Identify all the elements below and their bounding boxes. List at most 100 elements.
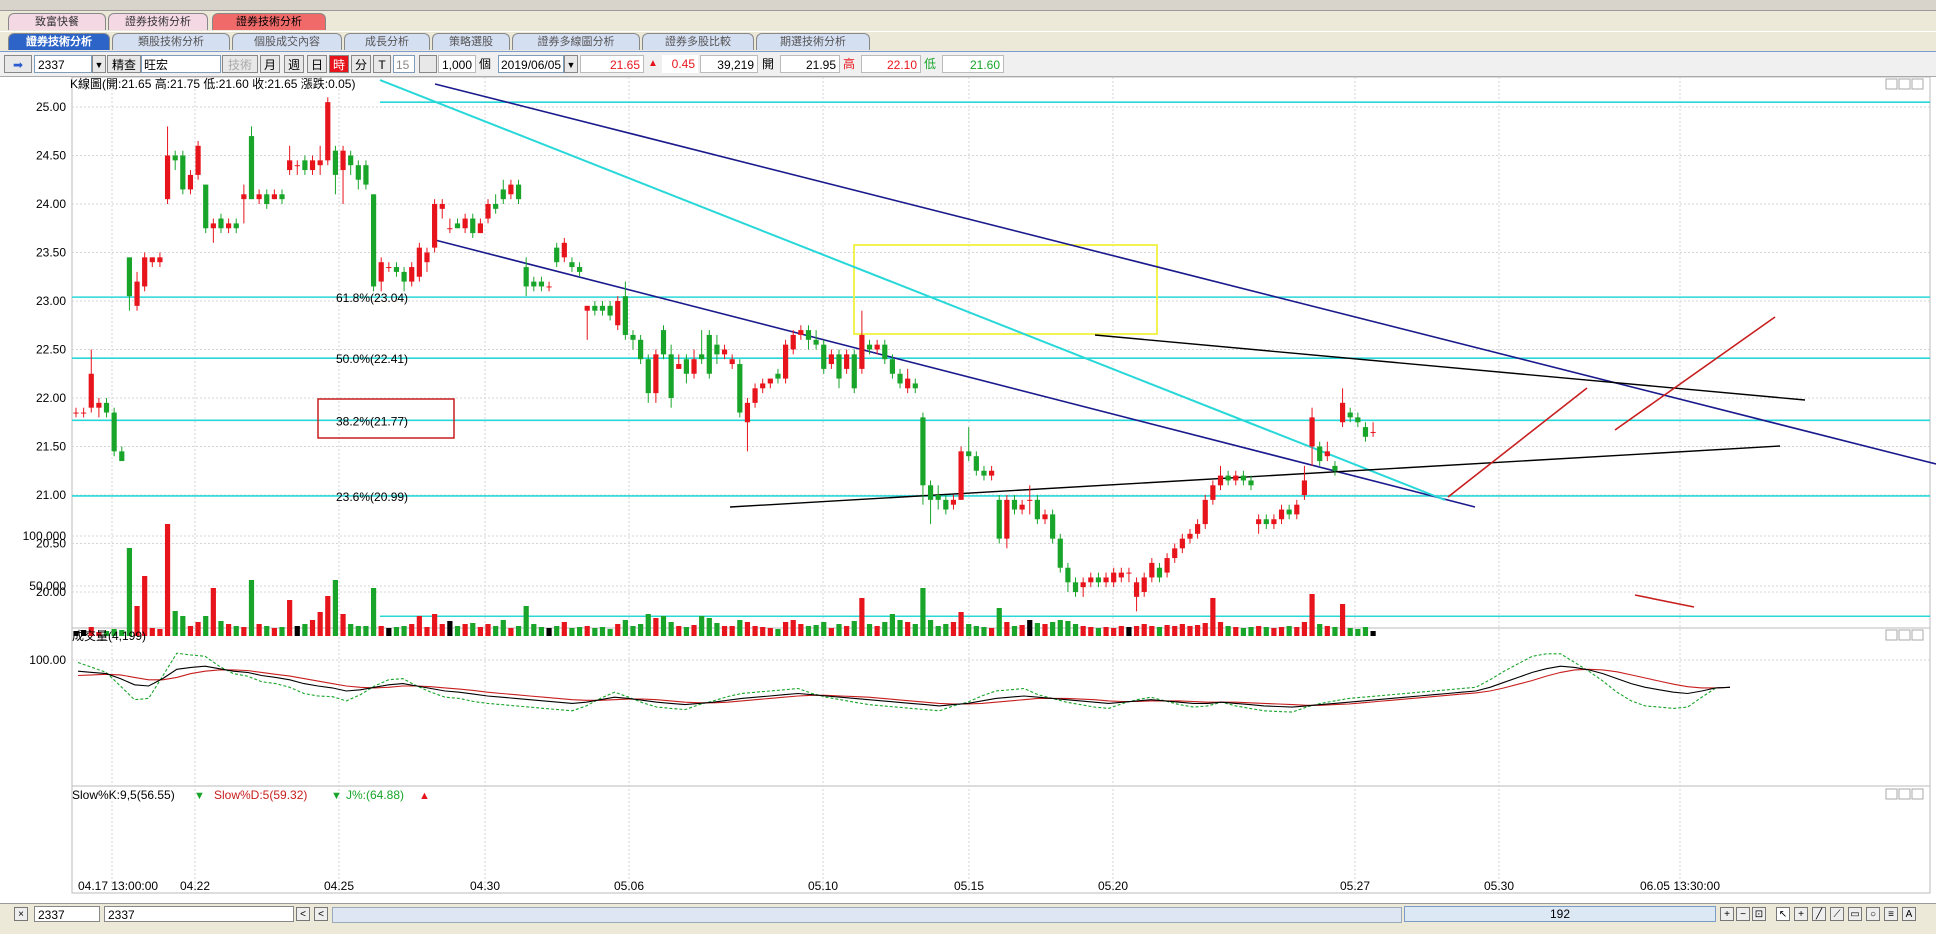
candle-body xyxy=(1355,417,1361,423)
arrow-right-icon[interactable]: ➡ xyxy=(4,55,32,73)
volume-bar xyxy=(851,621,857,636)
candle-body xyxy=(699,354,705,360)
period-month-button[interactable]: 月 xyxy=(260,55,280,73)
candle-body xyxy=(1179,538,1185,549)
tab-technical-2[interactable]: 證券技術分析 xyxy=(212,13,326,30)
price-tick-label: 22.50 xyxy=(36,343,66,357)
candle-body xyxy=(393,267,400,272)
quote-search-button[interactable]: 精查 xyxy=(107,55,141,73)
tab-trade-detail[interactable]: 個股成交內容 xyxy=(232,33,342,50)
fib-tool-icon[interactable]: ≡ xyxy=(1884,907,1898,921)
chart-area[interactable]: 61.8%(23.04) 50.0%(22.41) 38.2%(21.77) 23.6… xyxy=(0,77,1936,903)
price-tick-label: 21.00 xyxy=(36,488,66,502)
candle-body xyxy=(996,499,1002,539)
zoom-out-icon[interactable]: − xyxy=(1736,907,1750,921)
kd-panel-controls[interactable] xyxy=(1885,788,1924,800)
minute-value-input[interactable]: 15 xyxy=(393,55,415,73)
stock-code-input[interactable]: 2337 xyxy=(34,55,92,73)
candle-body xyxy=(508,184,514,195)
date-select[interactable]: 2019/06/05 xyxy=(498,55,564,73)
tab-futures-technical[interactable]: 期選技術分析 xyxy=(756,33,870,50)
cursor-icon[interactable]: ↖ xyxy=(1776,907,1790,921)
candle-body xyxy=(638,339,644,360)
volume-bar xyxy=(592,628,598,636)
period-time-button[interactable]: 時 xyxy=(329,55,349,73)
volume-bar xyxy=(1217,622,1224,636)
candle-body xyxy=(1164,558,1170,573)
horizontal-scrollbar[interactable] xyxy=(332,907,1402,923)
volume-bar xyxy=(935,626,941,636)
zoom-in-icon[interactable]: + xyxy=(1720,907,1734,921)
price-panel-controls[interactable] xyxy=(1885,78,1924,90)
candle-body xyxy=(981,470,987,476)
candle-body xyxy=(1263,519,1269,525)
status-code-2[interactable]: 2337 xyxy=(104,906,294,922)
period-day-button[interactable]: 日 xyxy=(307,55,327,73)
date-chevron-down-icon[interactable]: ▼ xyxy=(564,55,578,73)
low-label: 低 xyxy=(924,57,937,71)
zoom-reset-icon[interactable]: ⊡ xyxy=(1752,907,1766,921)
period-tick-button[interactable]: T xyxy=(373,55,391,73)
candle-body xyxy=(1126,572,1132,574)
ray-tool-icon[interactable]: ⟋ xyxy=(1830,907,1844,921)
tab-sector-technical[interactable]: 類股技術分析 xyxy=(112,33,230,50)
candle-body xyxy=(1149,562,1155,578)
tab-strategy[interactable]: 策略選股 xyxy=(432,33,510,50)
volume-bar xyxy=(1156,627,1163,636)
volume-bar xyxy=(317,612,323,636)
scroll-left-end-icon[interactable]: < xyxy=(314,907,328,921)
tab-multi-chart[interactable]: 證券多線圖分析 xyxy=(512,33,640,50)
volume-panel-controls[interactable] xyxy=(1885,629,1924,641)
low-value: 21.60 xyxy=(942,55,1004,73)
volume-bar xyxy=(714,623,720,636)
candle-body xyxy=(233,223,239,229)
tab-technical-1[interactable]: 證券技術分析 xyxy=(108,13,208,30)
volume-bar xyxy=(1027,620,1033,636)
volume-bar xyxy=(1141,624,1147,636)
candle-body xyxy=(1088,577,1094,583)
candle-body xyxy=(1309,417,1315,447)
status-code-1[interactable]: 2337 xyxy=(34,906,100,922)
candle-body xyxy=(721,349,728,355)
tab-multi-stock[interactable]: 證券多股比較 xyxy=(642,33,754,50)
period-week-button[interactable]: 週 xyxy=(284,55,304,73)
volume-bar xyxy=(599,627,606,636)
crosshair-icon[interactable]: + xyxy=(1794,907,1808,921)
text-tool-icon[interactable]: A xyxy=(1902,907,1916,921)
volume-bar xyxy=(813,625,819,636)
bar-count-input[interactable]: 1,000 xyxy=(438,55,476,73)
line-tool-icon[interactable]: ╱ xyxy=(1812,907,1826,921)
candle xyxy=(1050,509,1056,544)
tab-growth[interactable]: 成長分析 xyxy=(344,33,430,50)
volume-bar xyxy=(874,626,880,636)
chevron-down-icon[interactable]: ▼ xyxy=(92,55,106,73)
scroll-thumb[interactable]: 192 xyxy=(1404,906,1716,922)
scroll-left-icon[interactable]: < xyxy=(296,907,310,921)
period-minute-button[interactable]: 分 xyxy=(351,55,371,73)
candle-body xyxy=(134,281,140,306)
volume-bar xyxy=(172,611,178,636)
candle-body xyxy=(279,194,285,200)
candle-body xyxy=(599,305,606,311)
candle-body xyxy=(1362,427,1369,437)
circle-tool-icon[interactable]: ○ xyxy=(1866,907,1880,921)
quote-toolbar: ➡ 2337 ▼ 精查 旺宏 技術 月 週 日 時 分 T 15 1,000 個… xyxy=(0,52,1936,77)
candle-body xyxy=(1339,402,1346,423)
volume-bar xyxy=(691,625,697,636)
candle-body xyxy=(874,344,880,350)
volume-bar xyxy=(996,608,1002,636)
volume-bar xyxy=(1332,627,1338,636)
tab-securities-technical[interactable]: 證券技術分析 xyxy=(8,33,110,50)
candle-body xyxy=(81,412,87,414)
rect-tool-icon[interactable]: ▭ xyxy=(1848,907,1862,921)
volume-bar xyxy=(744,622,751,636)
volume-value: 39,219 xyxy=(700,55,758,73)
volume-bar xyxy=(187,626,194,636)
tech-button[interactable]: 技術 xyxy=(222,55,258,73)
tab-zhifu[interactable]: 致富快餐 xyxy=(8,13,106,30)
blank-button[interactable] xyxy=(419,55,437,73)
close-icon[interactable]: × xyxy=(14,907,28,921)
volume-bar xyxy=(309,620,316,636)
volume-bar xyxy=(737,620,743,636)
candle-body xyxy=(752,388,758,403)
